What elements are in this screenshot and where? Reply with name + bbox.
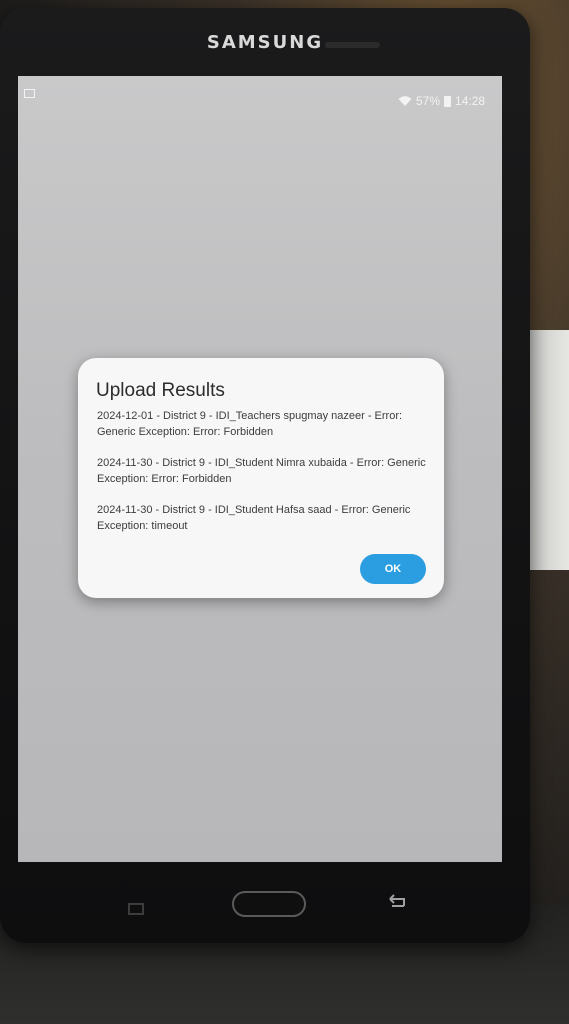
status-time: 14:28 [455,94,486,108]
result-item: 2024-12-01 - District 9 - IDI_Teachers s… [97,410,403,438]
recents-icon[interactable] [128,903,144,915]
battery-icon [444,95,452,107]
speaker-grille [325,42,380,48]
notification-icon [24,89,35,98]
result-item: 2024-11-30 - District 9 - IDI_Student Ni… [97,457,426,485]
dialog-title: Upload Results [96,380,225,401]
home-button[interactable] [232,891,306,917]
status-right: 57% 14:28 [398,94,485,108]
brand-logo: SAMSUNG [206,32,324,53]
back-icon[interactable] [384,892,408,912]
wifi-icon [398,96,412,106]
battery-percent: 57% [416,94,441,108]
ok-button[interactable]: OK [360,554,426,584]
photo-scene: SAMSUNG Upload Results 2024-12-01 - Dist… [0,0,569,1024]
dialog-body: 2024-12-01 - District 9 - IDI_Teachers s… [97,408,427,549]
result-item: 2024-11-30 - District 9 - IDI_Student Ha… [97,504,411,532]
upload-results-dialog: Upload Results 2024-12-01 - District 9 -… [78,358,444,598]
tablet-device: SAMSUNG Upload Results 2024-12-01 - Dist… [0,8,530,943]
screen: Upload Results 2024-12-01 - District 9 -… [18,76,502,862]
